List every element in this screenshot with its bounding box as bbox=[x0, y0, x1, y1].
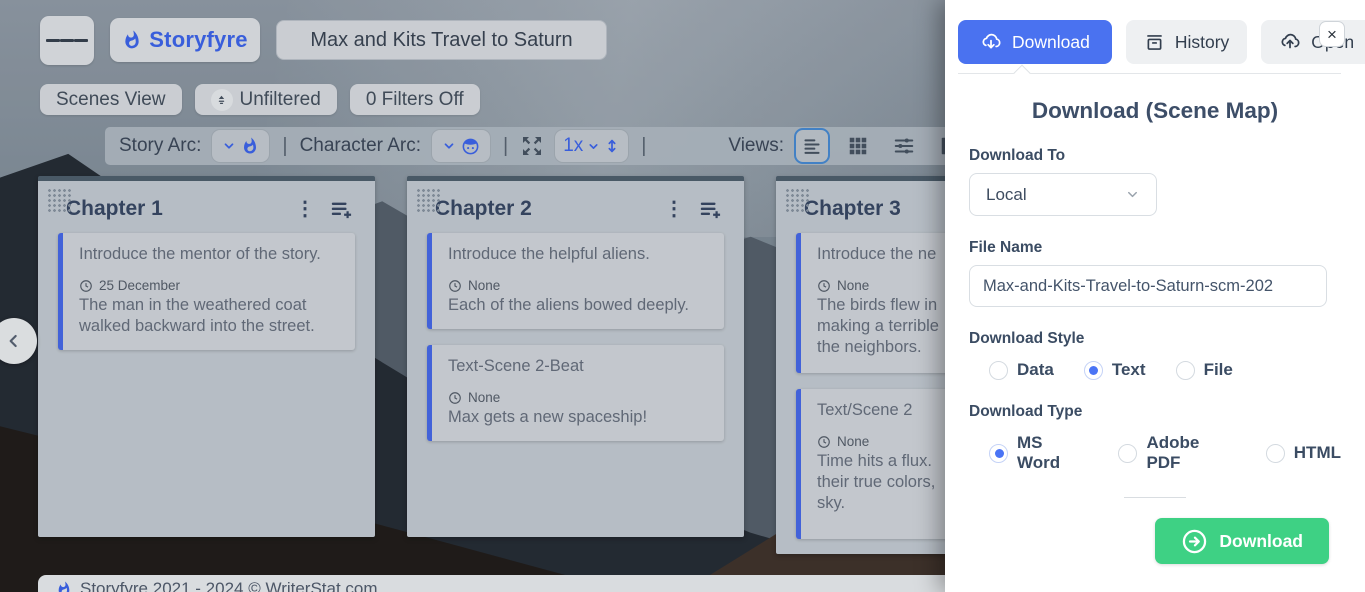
download-type-options: MS Word Adobe PDF HTML bbox=[969, 433, 1341, 473]
radio-adobe-pdf[interactable]: Adobe PDF bbox=[1118, 433, 1235, 473]
app-window: Storyfyre Max and Kits Travel to Saturn … bbox=[0, 0, 1365, 592]
tab-open[interactable]: Open bbox=[1261, 20, 1365, 64]
download-submit-button[interactable]: Download bbox=[1155, 518, 1329, 564]
tab-divider bbox=[958, 73, 1341, 74]
radio-file[interactable]: File bbox=[1176, 360, 1233, 380]
panel-title: Download (Scene Map) bbox=[945, 98, 1365, 124]
section-divider bbox=[1124, 497, 1186, 498]
radio-circle[interactable] bbox=[1118, 444, 1137, 463]
file-name-input[interactable] bbox=[969, 265, 1327, 307]
radio-html[interactable]: HTML bbox=[1266, 443, 1341, 463]
panel-tab-row: Download History Open bbox=[945, 0, 1365, 64]
file-name-label: File Name bbox=[969, 239, 1341, 257]
close-panel-button[interactable]: × bbox=[1319, 21, 1345, 47]
cloud-upload-icon bbox=[1279, 31, 1301, 53]
tab-history[interactable]: History bbox=[1126, 20, 1247, 64]
download-to-label: Download To bbox=[969, 147, 1341, 165]
download-to-select[interactable]: Local bbox=[969, 173, 1157, 216]
close-icon: × bbox=[1327, 26, 1337, 43]
radio-circle[interactable] bbox=[1176, 361, 1195, 380]
download-style-label: Download Style bbox=[969, 330, 1341, 348]
radio-circle[interactable] bbox=[989, 444, 1008, 463]
download-to-value: Local bbox=[986, 185, 1027, 205]
tab-download[interactable]: Download bbox=[958, 20, 1112, 64]
radio-text[interactable]: Text bbox=[1084, 360, 1146, 380]
download-panel: Download History Open × Download (Scene … bbox=[945, 0, 1365, 592]
radio-circle[interactable] bbox=[1084, 361, 1103, 380]
arrow-right-circle-icon bbox=[1181, 528, 1208, 555]
radio-ms-word[interactable]: MS Word bbox=[989, 433, 1088, 473]
archive-icon bbox=[1144, 32, 1165, 53]
chevron-down-icon bbox=[1125, 187, 1140, 202]
cloud-download-icon bbox=[980, 31, 1002, 53]
radio-data[interactable]: Data bbox=[989, 360, 1054, 380]
download-type-label: Download Type bbox=[969, 403, 1341, 421]
download-style-options: Data Text File bbox=[969, 360, 1341, 380]
radio-circle[interactable] bbox=[989, 361, 1008, 380]
radio-circle[interactable] bbox=[1266, 444, 1285, 463]
active-tab-caret bbox=[1014, 65, 1031, 82]
